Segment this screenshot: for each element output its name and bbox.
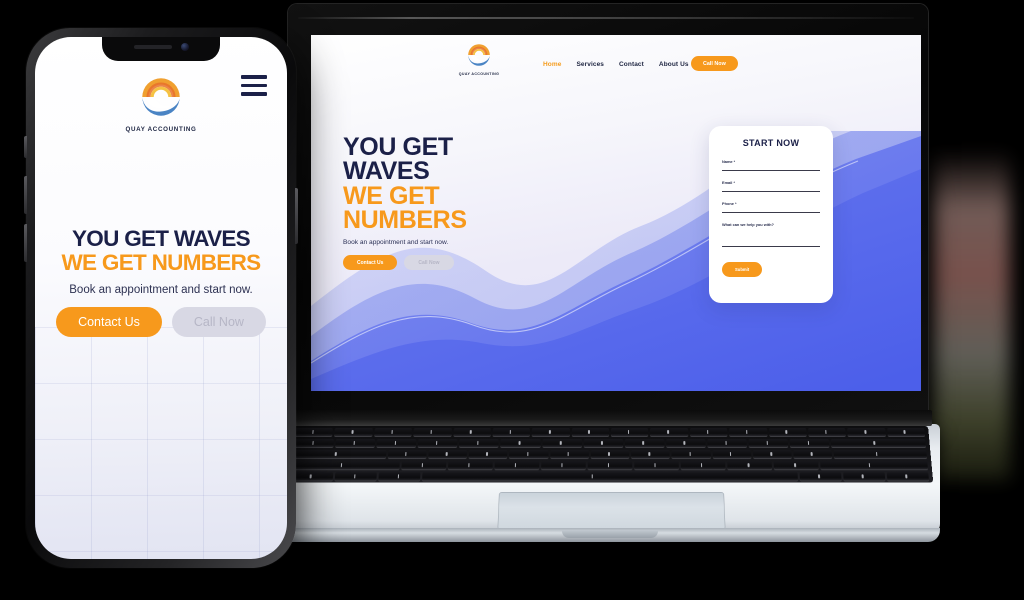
- form-label-message: What can we help you with?: [722, 222, 774, 227]
- form-input-message[interactable]: [722, 246, 820, 247]
- desktop-hero: YOU GET WAVES WE GET NUMBERS Book an app…: [343, 135, 603, 270]
- form-label-phone: Phone *: [722, 201, 737, 206]
- laptop-mockup: QUAY ACCOUNTING Home Services Contact Ab…: [280, 4, 940, 570]
- front-camera-icon: [180, 43, 189, 51]
- phone-notch: [102, 37, 220, 61]
- desktop-hero-subtitle: Book an appointment and start now.: [343, 239, 449, 246]
- desktop-hero-heading: YOU GET WAVES WE GET NUMBERS: [343, 135, 603, 234]
- form-field-name: Name *: [722, 159, 820, 171]
- form-field-email: Email *: [722, 180, 820, 192]
- mockup-stage: QUAY ACCOUNTING Home Services Contact Ab…: [0, 0, 1024, 600]
- laptop-lid: QUAY ACCOUNTING Home Services Contact Ab…: [288, 4, 928, 416]
- nav-link-about-us[interactable]: About Us: [659, 61, 689, 68]
- hero-line-3: WE GET: [343, 181, 440, 210]
- phone-power-button[interactable]: [295, 188, 298, 244]
- logo-wordmark: QUAY ACCOUNTING: [458, 71, 500, 76]
- phone-screen: QUAY ACCOUNTING YOU GET WAVES WE GET NUM…: [35, 37, 287, 559]
- form-input-email[interactable]: [722, 191, 820, 192]
- phone-volume-down-button[interactable]: [24, 224, 27, 262]
- keyboard-row: [287, 472, 933, 482]
- nav-link-services[interactable]: Services: [576, 61, 604, 68]
- phone-hero-line-2: WE GET NUMBERS: [61, 250, 262, 276]
- website-viewport: QUAY ACCOUNTING Home Services Contact Ab…: [311, 35, 921, 391]
- laptop-front-notch: [562, 530, 658, 538]
- laptop-keyboard[interactable]: [286, 426, 934, 483]
- phone-hero-line-1: YOU GET WAVES: [71, 226, 251, 251]
- form-submit-button[interactable]: Submit: [722, 262, 763, 277]
- hero-line-4: NUMBERS: [343, 205, 467, 234]
- background-photo-bleed: [930, 150, 1010, 480]
- desktop-call-now-button[interactable]: Call Now: [404, 255, 454, 270]
- form-label-email: Email *: [722, 180, 735, 185]
- form-field-message: What can we help you with?: [722, 222, 820, 247]
- phone-hero-heading: YOU GET WAVES WE GET NUMBERS: [43, 226, 279, 276]
- phone-call-now-button[interactable]: Call Now: [171, 306, 266, 337]
- quay-wave-logo-icon: [142, 78, 180, 116]
- form-field-phone: Phone *: [722, 201, 820, 213]
- quay-wave-logo-icon: [468, 44, 490, 66]
- phone-volume-up-button[interactable]: [24, 176, 27, 214]
- laptop-trackpad[interactable]: [497, 492, 726, 530]
- phone-site-logo[interactable]: QUAY ACCOUNTING: [125, 71, 196, 133]
- nav-links: Home Services Contact About Us: [543, 61, 689, 68]
- laptop-screen: QUAY ACCOUNTING Home Services Contact Ab…: [311, 35, 921, 391]
- laptop-base: [280, 410, 940, 542]
- phone-grid-pattern: [35, 327, 287, 559]
- phone-logo-wordmark: QUAY ACCOUNTING: [125, 126, 197, 133]
- laptop-hinge: [288, 410, 932, 426]
- keyboard-row: [291, 427, 929, 437]
- form-label-name: Name *: [722, 159, 736, 164]
- keyboard-row: [288, 461, 932, 471]
- phone-hero: YOU GET WAVES WE GET NUMBERS Book an app…: [35, 226, 287, 337]
- phone-mute-switch[interactable]: [24, 136, 27, 158]
- site-logo[interactable]: QUAY ACCOUNTING: [451, 40, 507, 76]
- form-input-phone[interactable]: [722, 212, 820, 213]
- desktop-contact-us-button[interactable]: Contact Us: [343, 255, 398, 270]
- site-navbar: QUAY ACCOUNTING Home Services Contact Ab…: [311, 35, 921, 83]
- phone-mockup: QUAY ACCOUNTING YOU GET WAVES WE GET NUM…: [24, 28, 298, 568]
- nav-call-now-button[interactable]: Call Now: [691, 56, 738, 71]
- phone-hero-buttons: Contact Us Call Now: [43, 306, 279, 337]
- phone-hero-subtitle: Book an appointment and start now.: [69, 283, 253, 296]
- earpiece-speaker-icon: [133, 45, 172, 49]
- nav-link-home[interactable]: Home: [543, 61, 561, 68]
- desktop-hero-buttons: Contact Us Call Now: [343, 255, 603, 270]
- start-now-form: START NOW Name * Email * Phone * What ca…: [709, 126, 833, 303]
- keyboard-row: [289, 449, 931, 460]
- nav-link-contact[interactable]: Contact: [619, 61, 644, 68]
- phone-contact-us-button[interactable]: Contact Us: [56, 306, 162, 337]
- hamburger-menu-icon[interactable]: [241, 75, 267, 96]
- form-title: START NOW: [742, 138, 800, 148]
- form-input-name[interactable]: [722, 170, 820, 171]
- keyboard-row: [290, 438, 930, 448]
- lid-highlight: [298, 17, 914, 19]
